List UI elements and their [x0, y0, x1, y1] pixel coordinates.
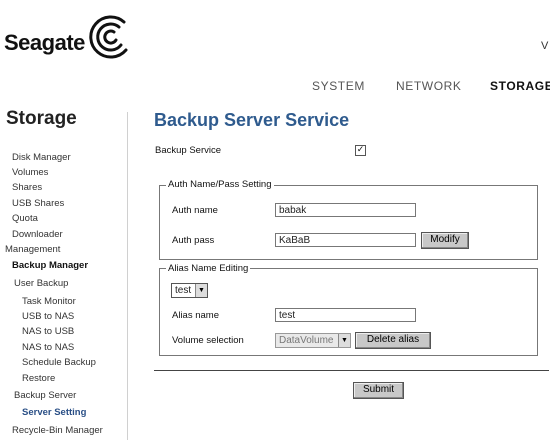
seagate-logo-icon: [89, 15, 128, 59]
sidebar-item-task-monitor[interactable]: Task Monitor: [22, 296, 76, 307]
sidebar-item-quota[interactable]: Quota: [12, 213, 38, 224]
content-divider: [154, 370, 549, 371]
header-corner-text: V: [541, 40, 549, 52]
sidebar-item-management[interactable]: Management: [5, 244, 60, 255]
auth-pass-input[interactable]: KaBaB: [275, 233, 416, 247]
sidebar-item-recycle-bin-manager[interactable]: Recycle-Bin Manager: [12, 425, 103, 436]
auth-settings-fieldset: [159, 185, 538, 260]
sidebar-item-server-setting[interactable]: Server Setting: [22, 407, 86, 418]
chevron-down-icon: ▼: [195, 284, 207, 297]
auth-pass-label: Auth pass: [172, 235, 215, 246]
alias-name-label: Alias name: [172, 310, 219, 321]
nav-tab-storage[interactable]: STORAGE: [490, 79, 550, 93]
alias-select-value: test: [175, 285, 192, 296]
sidebar-divider: [127, 112, 128, 440]
sidebar-item-schedule-backup[interactable]: Schedule Backup: [22, 357, 96, 368]
chevron-down-icon: ▼: [338, 334, 350, 347]
volume-select-value: DataVolume: [279, 335, 334, 346]
sidebar-item-disk-manager[interactable]: Disk Manager: [12, 152, 71, 163]
top-navigation: SYSTEM NETWORK STORAGE: [150, 68, 550, 98]
sidebar-item-backup-server[interactable]: Backup Server: [14, 390, 76, 401]
nav-tab-system[interactable]: SYSTEM: [312, 79, 365, 93]
modify-button[interactable]: Modify: [421, 232, 469, 249]
auth-name-label: Auth name: [172, 205, 218, 216]
volume-selection-label: Volume selection: [172, 335, 244, 346]
sidebar-item-usb-shares[interactable]: USB Shares: [12, 198, 64, 209]
alias-name-input[interactable]: test: [275, 308, 416, 322]
sidebar-item-backup-manager[interactable]: Backup Manager: [12, 260, 88, 271]
alias-select[interactable]: test ▼: [171, 283, 208, 298]
sidebar-item-nas-to-usb[interactable]: NAS to USB: [22, 326, 74, 337]
sidebar-item-downloader[interactable]: Downloader: [12, 229, 63, 240]
sidebar-title: Storage: [6, 108, 77, 129]
sidebar-item-shares[interactable]: Shares: [12, 182, 42, 193]
sidebar-item-nas-to-nas[interactable]: NAS to NAS: [22, 342, 74, 353]
backup-service-checkbox[interactable]: ✓: [355, 145, 366, 156]
backup-service-label: Backup Service: [155, 145, 222, 156]
page-title: Backup Server Service: [154, 110, 350, 130]
sidebar-item-restore[interactable]: Restore: [22, 373, 55, 384]
auth-settings-legend: Auth Name/Pass Setting: [166, 179, 274, 190]
sidebar-item-usb-to-nas[interactable]: USB to NAS: [22, 311, 74, 322]
sidebar-item-user-backup[interactable]: User Backup: [14, 278, 68, 289]
sidebar-item-volumes[interactable]: Volumes: [12, 167, 48, 178]
brand-logo-text: Seagate: [4, 30, 85, 55]
alias-editing-legend: Alias Name Editing: [166, 263, 251, 274]
volume-select[interactable]: DataVolume ▼: [275, 333, 351, 348]
submit-button[interactable]: Submit: [353, 382, 404, 399]
nav-tab-network[interactable]: NETWORK: [396, 79, 462, 93]
auth-name-input[interactable]: babak: [275, 203, 416, 217]
delete-alias-button[interactable]: Delete alias: [355, 332, 431, 349]
